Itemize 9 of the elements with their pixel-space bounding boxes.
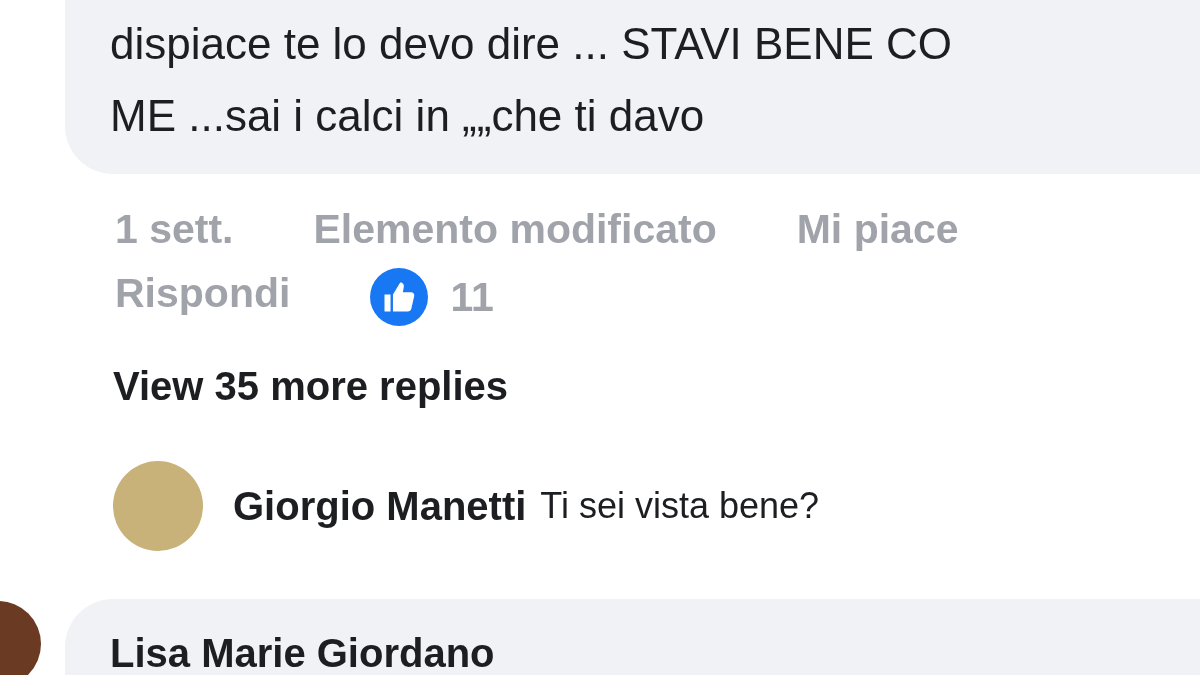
comment-text: dispiace te lo devo dire ... STAVI BENE CO — [110, 18, 953, 70]
thumbs-up-icon[interactable] — [370, 268, 429, 326]
reaction-count: 11 — [450, 273, 494, 322]
reply-text: Ti sei vista bene? — [540, 485, 820, 527]
author-name[interactable]: Giorgio Manetti — [233, 483, 527, 529]
author-name[interactable]: Lisa Marie Giordano — [110, 629, 495, 675]
comment-text: ME ...sai i calci in „„che ti davo — [110, 90, 705, 142]
view-more-replies-link[interactable]: View 35 more replies — [113, 364, 509, 409]
edited-label: Elemento modificato — [313, 205, 717, 254]
